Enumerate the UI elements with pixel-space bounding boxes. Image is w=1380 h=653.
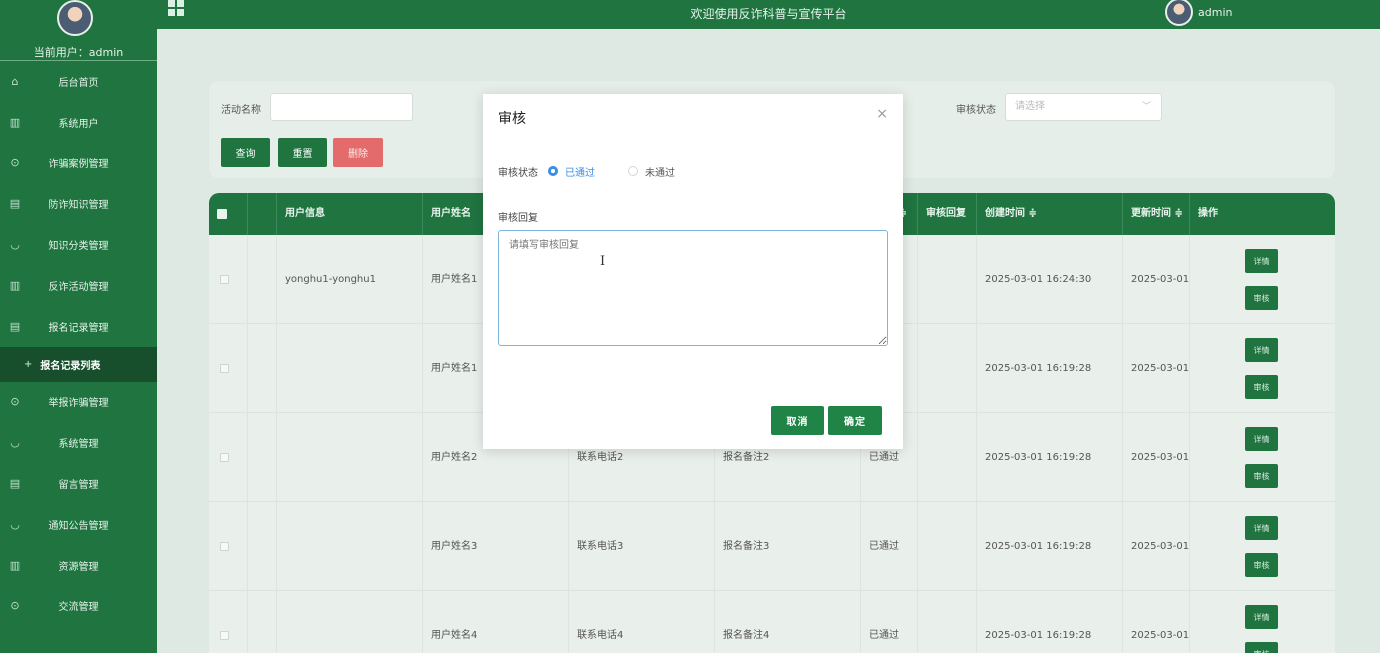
radio-passed-label[interactable]: 已通过 [565, 164, 595, 179]
review-status-field-label: 审核状态 [498, 168, 538, 179]
review-dialog: 审核 × 审核状态 已通过 未通过 审核回复 I 取消 确定 [483, 94, 903, 449]
dialog-title: 审核 [498, 111, 526, 127]
confirm-button[interactable]: 确定 [828, 406, 882, 435]
review-reply-textarea[interactable] [498, 230, 888, 346]
radio-not-passed[interactable] [628, 166, 638, 176]
close-icon[interactable]: × [876, 106, 888, 122]
radio-passed[interactable] [548, 166, 558, 176]
review-reply-field-label: 审核回复 [498, 213, 538, 224]
cancel-button[interactable]: 取消 [771, 406, 824, 435]
radio-not-passed-label[interactable]: 未通过 [645, 164, 675, 179]
text-cursor-icon: I [600, 254, 606, 269]
